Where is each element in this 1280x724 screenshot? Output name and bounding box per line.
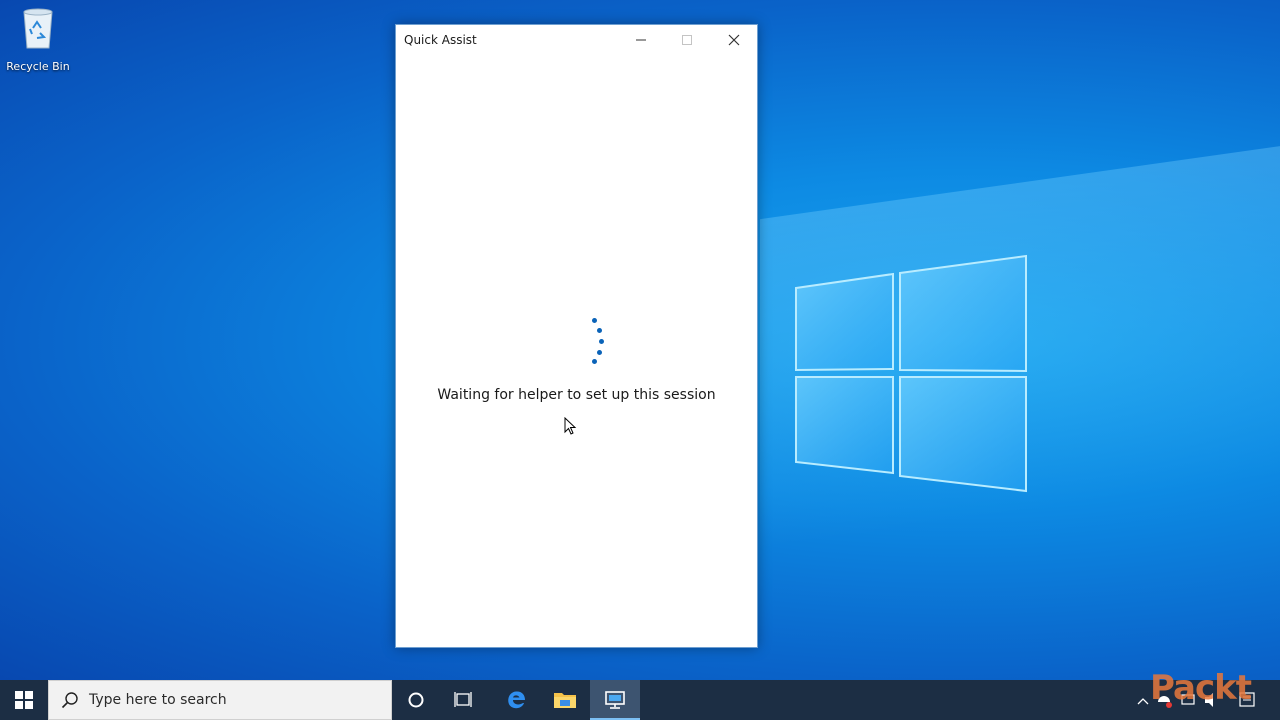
start-button[interactable]	[0, 680, 48, 720]
file-explorer-button[interactable]	[541, 680, 589, 720]
close-button[interactable]	[711, 25, 757, 55]
search-icon	[61, 692, 78, 709]
taskbar: Type here to search	[0, 680, 1280, 720]
title-bar[interactable]: Quick Assist	[396, 25, 757, 57]
recycle-bin-shortcut[interactable]: Recycle Bin	[6, 6, 70, 73]
spinner-dot	[597, 328, 602, 333]
edge-button[interactable]	[492, 680, 540, 720]
quick-assist-icon	[605, 691, 625, 709]
edge-icon	[508, 691, 525, 709]
mouse-cursor-icon	[564, 417, 577, 435]
search-placeholder: Type here to search	[89, 692, 227, 708]
spinner-dot	[592, 359, 597, 364]
spinner-dot	[599, 339, 604, 344]
maximize-button	[664, 25, 710, 55]
chevron-up-icon	[1137, 698, 1149, 705]
cortana-button[interactable]	[392, 680, 440, 720]
task-view-button[interactable]	[440, 680, 488, 720]
status-message: Waiting for helper to set up this sessio…	[437, 387, 716, 403]
windows-start-icon	[15, 691, 33, 709]
recycle-bin-icon	[23, 8, 53, 49]
minimize-button[interactable]	[618, 25, 664, 55]
task-view-icon	[454, 692, 472, 707]
loading-spinner	[589, 313, 615, 369]
maximize-icon	[682, 35, 692, 45]
spinner-dot	[592, 318, 597, 323]
search-input[interactable]: Type here to search	[48, 680, 392, 720]
close-icon	[728, 34, 740, 46]
file-explorer-icon	[554, 693, 576, 708]
desktop-background: Recycle Bin Quick Assist Waiting for hel…	[0, 0, 1280, 680]
recycle-bin-label: Recycle Bin	[6, 60, 70, 73]
packt-watermark: Packt	[1150, 668, 1252, 708]
quick-assist-taskbar-button[interactable]	[590, 680, 640, 720]
cortana-icon	[408, 692, 424, 708]
window-title: Quick Assist	[404, 33, 477, 47]
spinner-dot	[597, 350, 602, 355]
minimize-icon	[636, 39, 646, 41]
quick-assist-window: Quick Assist Waiting for helper to set u…	[395, 24, 758, 648]
